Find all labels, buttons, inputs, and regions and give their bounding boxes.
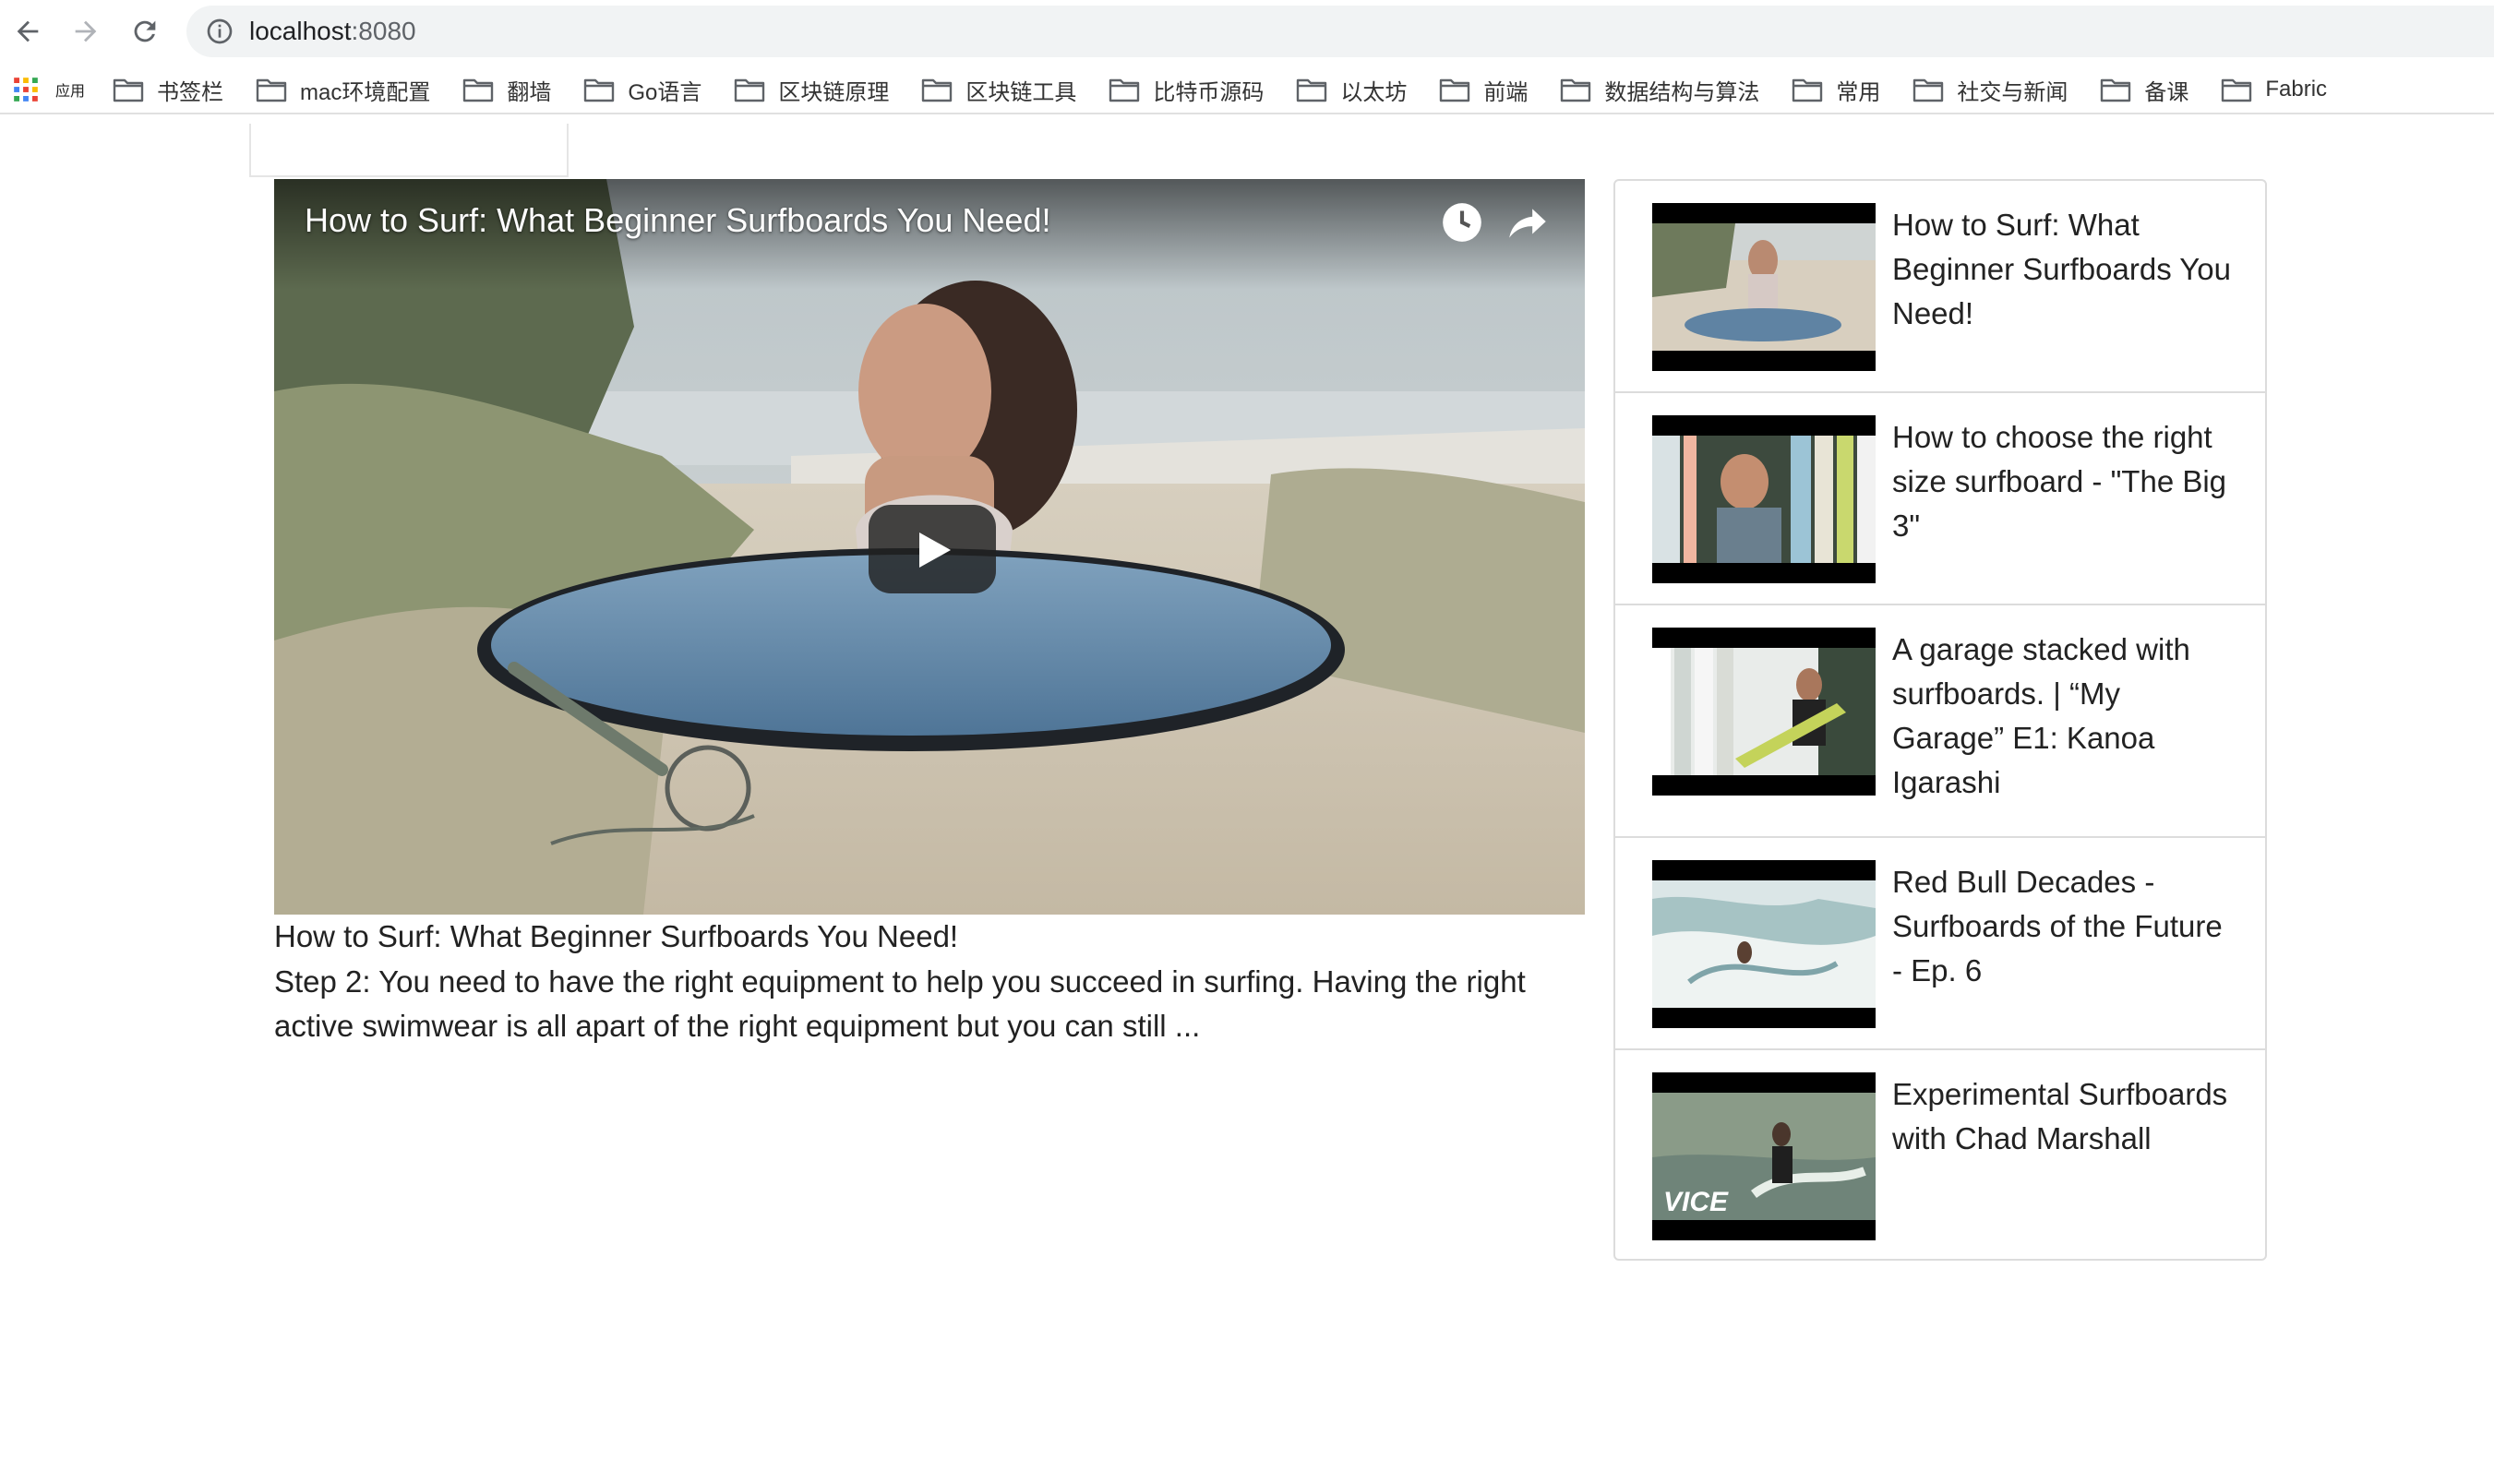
bookmark-label: 社交与新闻 bbox=[1957, 79, 2068, 105]
bookmark-label: 区块链原理 bbox=[778, 79, 890, 105]
folder-icon bbox=[584, 78, 615, 102]
list-item[interactable]: A garage stacked with surfboards. | “My … bbox=[1615, 605, 2265, 838]
list-item[interactable]: VICE Experimental Surfboards with Chad M… bbox=[1615, 1050, 2265, 1259]
folder-icon bbox=[2101, 78, 2131, 102]
bookmark-label: 前端 bbox=[1483, 79, 1529, 105]
url-port: :8080 bbox=[351, 17, 416, 45]
reload-icon bbox=[134, 20, 156, 42]
bookmark-folder[interactable]: Fabric bbox=[2221, 77, 2327, 102]
bookmark-folder[interactable]: 前端 bbox=[1439, 74, 1528, 106]
share-icon[interactable] bbox=[1505, 199, 1552, 245]
video-thumbnail[interactable] bbox=[1652, 415, 1876, 583]
forward-button[interactable] bbox=[63, 8, 109, 54]
bookmark-label: 常用 bbox=[1836, 79, 1881, 105]
play-icon[interactable] bbox=[869, 505, 996, 593]
browser-toolbar: localhost:8080 bbox=[0, 0, 2494, 63]
bookmark-label: 比特币源码 bbox=[1153, 79, 1265, 105]
folder-icon bbox=[1297, 78, 1327, 102]
thumbnail-image bbox=[1652, 648, 1876, 775]
list-item[interactable]: How to Surf: What Beginner Surfboards Yo… bbox=[1615, 181, 2265, 393]
folder-icon bbox=[2222, 78, 2252, 102]
bookmark-label: 书签栏 bbox=[157, 79, 224, 105]
bookmark-folder[interactable]: 社交与新闻 bbox=[1912, 74, 2068, 106]
bookmark-folder[interactable]: 数据结构与算法 bbox=[1560, 74, 1759, 106]
video-thumbnail[interactable]: VICE bbox=[1652, 1072, 1876, 1240]
video-title[interactable]: How to choose the right size surfboard -… bbox=[1892, 415, 2234, 548]
bookmark-label: 备课 bbox=[2144, 79, 2189, 105]
bookmark-folder[interactable]: 比特币源码 bbox=[1109, 74, 1264, 106]
bookmark-label: Fabric bbox=[2265, 77, 2328, 102]
bookmark-folder[interactable]: 区块链工具 bbox=[921, 74, 1076, 106]
bookmark-label: Go语言 bbox=[628, 79, 702, 105]
video-title[interactable]: Red Bull Decades - Surfboards of the Fut… bbox=[1892, 860, 2234, 993]
address-bar[interactable]: localhost:8080 bbox=[186, 6, 2494, 57]
bookmark-folder[interactable]: 区块链原理 bbox=[734, 74, 889, 106]
bookmark-label: 以太坊 bbox=[1340, 79, 1408, 105]
clock-icon[interactable] bbox=[1439, 199, 1485, 245]
video-player[interactable]: How to Surf: What Beginner Surfboards Yo… bbox=[274, 179, 1585, 915]
thumbnail-image: VICE bbox=[1652, 1093, 1876, 1220]
url-text: localhost:8080 bbox=[249, 17, 416, 46]
bookmark-label: 翻墙 bbox=[507, 79, 552, 105]
folder-icon bbox=[735, 78, 765, 102]
bookmark-folder[interactable]: mac环境配置 bbox=[256, 74, 430, 106]
bookmark-folder[interactable]: Go语言 bbox=[583, 74, 701, 106]
video-list: How to Surf: What Beginner Surfboards Yo… bbox=[1613, 179, 2267, 1261]
bookmarks-bar: 应用 书签栏 mac环境配置 翻墙 Go语言 区块链原理 区块链工具 比特币源码 以太坊 前端 数… bbox=[0, 66, 2494, 114]
reload-button[interactable] bbox=[122, 8, 168, 54]
folder-icon bbox=[256, 78, 287, 102]
folder-icon bbox=[113, 78, 144, 102]
url-host: localhost bbox=[249, 17, 352, 45]
bookmark-label: 区块链工具 bbox=[965, 79, 1077, 105]
video-title[interactable]: How to Surf: What Beginner Surfboards Yo… bbox=[1892, 203, 2234, 336]
bookmark-folder[interactable]: 备课 bbox=[2100, 74, 2188, 106]
search-input[interactable] bbox=[249, 124, 569, 177]
bookmark-folder[interactable]: 常用 bbox=[1792, 74, 1880, 106]
apps-grid-icon bbox=[14, 78, 38, 102]
apps-label: 应用 bbox=[55, 84, 86, 100]
list-item[interactable]: Red Bull Decades - Surfboards of the Fut… bbox=[1615, 838, 2265, 1050]
folder-icon bbox=[1109, 78, 1140, 102]
arrow-right-icon bbox=[75, 20, 97, 42]
bookmark-folders: 书签栏 mac环境配置 翻墙 Go语言 区块链原理 区块链工具 比特币源码 以太坊 前端 数据结构… bbox=[113, 74, 2359, 106]
folder-icon bbox=[463, 78, 494, 102]
video-detail-title: How to Surf: What Beginner Surfboards Yo… bbox=[274, 919, 959, 953]
video-thumbnail[interactable] bbox=[1652, 860, 1876, 1028]
folder-icon bbox=[1793, 78, 1823, 102]
info-icon[interactable] bbox=[205, 17, 234, 46]
video-title[interactable]: A garage stacked with surfboards. | “My … bbox=[1892, 628, 2234, 805]
video-detail-description: Step 2: You need to have the right equip… bbox=[274, 964, 1526, 1043]
bookmark-apps[interactable]: 应用 bbox=[13, 77, 85, 102]
list-item[interactable]: How to choose the right size surfboard -… bbox=[1615, 393, 2265, 605]
player-title[interactable]: How to Surf: What Beginner Surfboards Yo… bbox=[305, 201, 1050, 240]
folder-icon bbox=[1561, 78, 1591, 102]
bookmark-folder[interactable]: 翻墙 bbox=[462, 74, 551, 106]
bookmark-folder[interactable]: 以太坊 bbox=[1296, 74, 1407, 106]
folder-icon bbox=[1913, 78, 1944, 102]
folder-icon bbox=[1440, 78, 1470, 102]
thumbnail-image bbox=[1652, 880, 1876, 1008]
video-title[interactable]: Experimental Surfboards with Chad Marsha… bbox=[1892, 1072, 2234, 1161]
bookmark-folder[interactable]: 书签栏 bbox=[113, 74, 223, 106]
arrow-left-icon bbox=[17, 20, 39, 42]
back-button[interactable] bbox=[5, 8, 51, 54]
video-thumbnail[interactable] bbox=[1652, 628, 1876, 796]
thumbnail-image bbox=[1652, 436, 1876, 563]
thumbnail-image bbox=[1652, 223, 1876, 351]
bookmark-label: mac环境配置 bbox=[300, 79, 431, 105]
folder-icon bbox=[922, 78, 953, 102]
bookmark-label: 数据结构与算法 bbox=[1604, 79, 1760, 105]
video-thumbnail[interactable] bbox=[1652, 203, 1876, 371]
vice-watermark: VICE bbox=[1663, 1187, 1729, 1217]
